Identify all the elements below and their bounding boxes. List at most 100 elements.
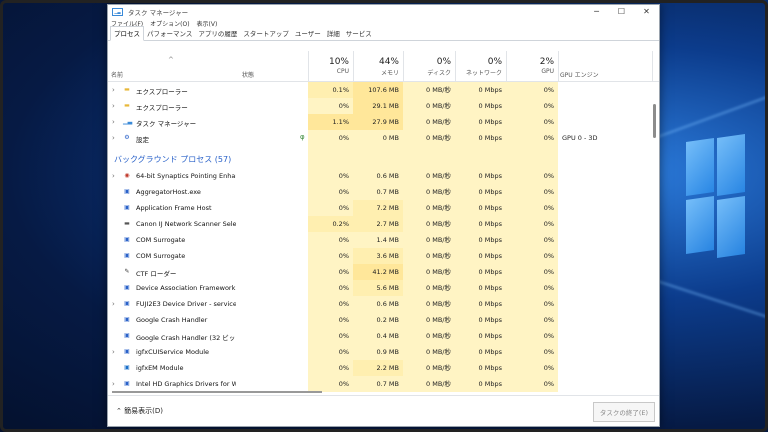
process-row[interactable]: › ▁▃ タスク マネージャー 1.1% 27.9 MB 0 MB/秒 0 Mbps 0%: [108, 114, 653, 130]
memory-value: 0.6 MB: [353, 168, 403, 184]
disk-value: 0 MB/秒: [403, 82, 455, 98]
memory-value: 107.6 MB: [353, 82, 403, 98]
column-gpu[interactable]: 2% GPU: [506, 51, 558, 81]
end-task-button[interactable]: タスクの終了(E): [592, 402, 655, 422]
disk-value: 0 MB/秒: [403, 114, 455, 130]
tab-details[interactable]: 詳細: [324, 27, 343, 40]
task-manager-icon: ▁▃: [123, 118, 133, 125]
gpu-value: 0%: [506, 328, 558, 344]
disk-value: 0 MB/秒: [403, 328, 455, 344]
maximize-button[interactable]: ☐: [609, 5, 634, 18]
column-network[interactable]: 0% ネットワーク: [455, 51, 506, 81]
gpu-value: 0%: [506, 216, 558, 232]
process-name: COM Surrogate: [136, 236, 186, 244]
process-row[interactable]: ▣ Device Association Framework ... 0% 5.6 M…: [108, 280, 653, 296]
expand-chevron-icon[interactable]: ›: [112, 380, 115, 388]
column-status[interactable]: 状態: [242, 70, 254, 79]
process-row[interactable]: ▣ Application Frame Host 0% 7.2 MB 0 MB/秒 0 M…: [108, 200, 653, 216]
memory-value: 29.1 MB: [353, 98, 403, 114]
process-row[interactable]: ✎ CTF ローダー 0% 41.2 MB 0 MB/秒 0 Mbps 0%: [108, 264, 653, 280]
process-row[interactable]: ▣ Google Crash Handler (32 ビット) 0% 0.4 MB 0 …: [108, 328, 653, 344]
tab-app-history[interactable]: アプリの履歴: [195, 27, 240, 40]
gpu-value: 0%: [506, 360, 558, 376]
process-row[interactable]: › ▣ igfxCUIService Module 0% 0.9 MB 0 MB/秒 0 M…: [108, 344, 653, 360]
column-name[interactable]: 名前: [111, 70, 123, 79]
expand-chevron-icon[interactable]: ›: [112, 102, 115, 110]
column-cpu[interactable]: 10% CPU: [308, 51, 353, 81]
tab-users[interactable]: ユーザー: [292, 27, 324, 40]
expand-chevron-icon[interactable]: ›: [112, 86, 115, 94]
memory-value: 5.6 MB: [353, 280, 403, 296]
column-memory[interactable]: 44% メモリ: [353, 51, 403, 81]
window-icon: ▣: [124, 204, 130, 211]
process-row[interactable]: › ▣ FUJI2E3 Device Driver - service 0% 0.6 M…: [108, 296, 653, 312]
network-value: 0 Mbps: [455, 344, 506, 360]
process-name: igfxCUIService Module: [136, 348, 210, 356]
window-icon: ▣: [124, 300, 130, 307]
memory-value: 0.4 MB: [353, 328, 403, 344]
gpu-engine-value: GPU 0 - 3D: [562, 134, 598, 142]
expand-chevron-icon[interactable]: ›: [112, 118, 115, 126]
process-row[interactable]: ▣ igfxEM Module 0% 2.2 MB 0 MB/秒 0 Mbps 0%: [108, 360, 653, 376]
disk-value: 0 MB/秒: [403, 184, 455, 200]
process-row[interactable]: › ◉ 64-bit Synaptics Pointing Enhan... 0% 0.…: [108, 168, 653, 184]
settings-icon: ⚙: [124, 134, 130, 141]
disk-value: 0 MB/秒: [403, 312, 455, 328]
disk-value: 0 MB/秒: [403, 264, 455, 280]
cpu-value: 0%: [308, 312, 353, 328]
cpu-value: 0%: [308, 248, 353, 264]
cpu-label: CPU: [336, 68, 349, 75]
memory-value: 3.6 MB: [353, 248, 403, 264]
disk-value: 0 MB/秒: [403, 280, 455, 296]
network-value: 0 Mbps: [455, 168, 506, 184]
sort-arrow-icon[interactable]: ^: [168, 56, 174, 64]
process-row[interactable]: › ▬ エクスプローラー 0% 29.1 MB 0 MB/秒 0 Mbps 0%: [108, 98, 653, 114]
process-row[interactable]: › ⚙ 設定 0% 0 MB 0 MB/秒 0 Mbps 0% GPU 0 - 3D φ: [108, 130, 653, 146]
fewer-details-button[interactable]: ⌃ 簡易表示(D): [116, 406, 163, 416]
close-button[interactable]: ✕: [634, 5, 659, 18]
expand-chevron-icon[interactable]: ›: [112, 348, 115, 356]
tab-processes[interactable]: プロセス: [110, 26, 144, 41]
expand-chevron-icon[interactable]: ›: [112, 300, 115, 308]
minimize-button[interactable]: ─: [584, 5, 609, 18]
cpu-value: 0%: [308, 200, 353, 216]
expand-chevron-icon[interactable]: ›: [112, 172, 115, 180]
gpu-value: 0%: [506, 168, 558, 184]
fewer-details-label: 簡易表示(D): [124, 407, 163, 415]
disk-value: 0 MB/秒: [403, 200, 455, 216]
expand-chevron-icon[interactable]: ›: [112, 134, 115, 142]
gpu-value: 0%: [506, 312, 558, 328]
process-row[interactable]: ▣ COM Surrogate 0% 3.6 MB 0 MB/秒 0 Mbps 0%: [108, 248, 653, 264]
gpu-value: 0%: [506, 200, 558, 216]
process-row[interactable]: ▣ AggregatorHost.exe 0% 0.7 MB 0 MB/秒 0 Mbps 0…: [108, 184, 653, 200]
gpu-value: 0%: [506, 296, 558, 312]
task-manager-icon: ▁▃: [112, 7, 123, 16]
process-row[interactable]: ▬ Canon IJ Network Scanner Selec... 0.2% 2.…: [108, 216, 653, 232]
process-name: igfxEM Module: [136, 364, 184, 372]
vertical-scrollbar[interactable]: [653, 82, 657, 386]
process-row[interactable]: ▣ COM Surrogate 0% 1.4 MB 0 MB/秒 0 Mbps 0%: [108, 232, 653, 248]
network-value: 0 Mbps: [455, 216, 506, 232]
cpu-value: 0.1%: [308, 82, 353, 98]
tab-services[interactable]: サービス: [343, 27, 375, 40]
horizontal-scrollbar[interactable]: [108, 390, 653, 394]
network-value: 0 Mbps: [455, 296, 506, 312]
memory-value: 2.7 MB: [353, 216, 403, 232]
gpu-value: 0%: [506, 248, 558, 264]
background-section-title: バックグラウンド プロセス (57): [114, 155, 232, 164]
process-row[interactable]: ▣ Google Crash Handler 0% 0.2 MB 0 MB/秒 0 Mbp…: [108, 312, 653, 328]
cpu-value: 0%: [308, 168, 353, 184]
disk-value: 0 MB/秒: [403, 232, 455, 248]
folder-icon: ▬: [124, 102, 130, 109]
process-list: › ▬ エクスプローラー 0.1% 107.6 MB 0 MB/秒 0 Mbps 0% › ▬ エク…: [108, 82, 653, 392]
column-disk[interactable]: 0% ディスク: [403, 51, 455, 81]
tab-bar: プロセス パフォーマンス アプリの履歴 スタートアップ ユーザー 詳細 サービス: [108, 26, 659, 41]
tab-performance[interactable]: パフォーマンス: [144, 27, 195, 40]
process-row[interactable]: › ▬ エクスプローラー 0.1% 107.6 MB 0 MB/秒 0 Mbps 0%: [108, 82, 653, 98]
memory-value: 7.2 MB: [353, 200, 403, 216]
cpu-value: 0%: [308, 280, 353, 296]
tab-startup[interactable]: スタートアップ: [240, 27, 292, 40]
suspended-leaf-icon: φ: [300, 133, 305, 141]
background-processes-section: バックグラウンド プロセス (57): [108, 146, 653, 168]
network-value: 0 Mbps: [455, 130, 506, 146]
